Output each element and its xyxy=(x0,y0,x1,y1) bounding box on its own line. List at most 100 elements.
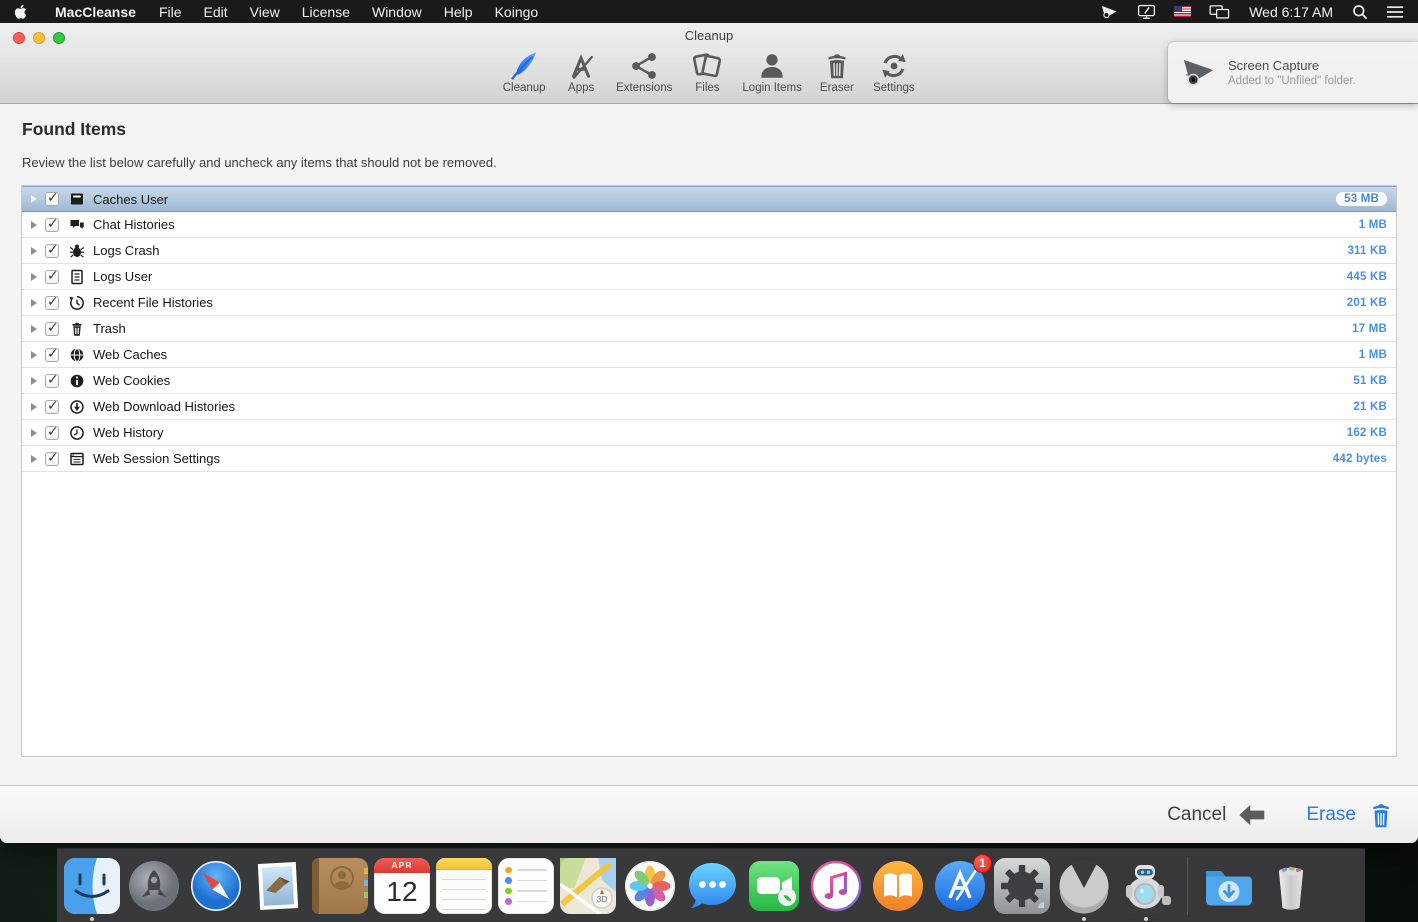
checkbox[interactable] xyxy=(45,348,59,362)
dock-launchpad[interactable] xyxy=(123,849,185,922)
screen-capture-icon[interactable] xyxy=(1091,0,1128,23)
clock-icon xyxy=(68,424,85,441)
share-nodes-icon xyxy=(629,47,659,81)
disclosure-triangle-icon[interactable] xyxy=(31,455,37,463)
list-item-size: 201 KB xyxy=(1347,297,1387,309)
list-item-web-history[interactable]: Web History 162 KB xyxy=(22,420,1396,446)
dock-facetime[interactable] xyxy=(743,849,805,922)
disclosure-triangle-icon[interactable] xyxy=(31,325,37,333)
menu-clock[interactable]: Wed 6:17 AM xyxy=(1239,4,1343,20)
toolbar-item-cleanup[interactable]: Cleanup xyxy=(502,47,546,94)
disclosure-triangle-icon[interactable] xyxy=(31,377,37,385)
toolbar-item-extensions[interactable]: Extensions xyxy=(616,47,672,94)
safari-icon xyxy=(188,858,244,914)
svg-text:3D: 3D xyxy=(597,894,608,904)
feather-icon xyxy=(508,47,540,81)
list-item-web-caches[interactable]: Web Caches 1 MB xyxy=(22,342,1396,368)
cancel-label: Cancel xyxy=(1167,804,1226,826)
checkbox[interactable] xyxy=(45,270,59,284)
list-item-trash[interactable]: Trash 17 MB xyxy=(22,316,1396,342)
dock-calendar[interactable]: APR 12 xyxy=(371,849,433,922)
itunes-icon xyxy=(808,858,864,914)
disclosure-triangle-icon[interactable] xyxy=(31,299,37,307)
dock-trash[interactable] xyxy=(1260,849,1322,922)
list-item-web-cookies[interactable]: Web Cookies 51 KB xyxy=(22,368,1396,394)
dock-safari[interactable] xyxy=(185,849,247,922)
dock-notes[interactable] xyxy=(433,849,495,922)
list-item-logs-user[interactable]: Logs User 445 KB xyxy=(22,264,1396,290)
toolbar-item-apps[interactable]: Apps xyxy=(559,47,603,94)
list-item-size: 51 KB xyxy=(1353,375,1387,387)
checkbox[interactable] xyxy=(45,244,59,258)
dock-divider xyxy=(1187,857,1188,915)
list-item-web-session-settings[interactable]: Web Session Settings 442 bytes xyxy=(22,446,1396,472)
dock-system-preferences[interactable] xyxy=(991,849,1053,922)
checkbox[interactable] xyxy=(45,322,59,336)
disclosure-triangle-icon[interactable] xyxy=(31,403,37,411)
disclosure-triangle-icon[interactable] xyxy=(31,221,37,229)
checkbox[interactable] xyxy=(45,374,59,388)
disclosure-triangle-icon[interactable] xyxy=(31,351,37,359)
photos-icon xyxy=(622,858,678,914)
toolbar-item-settings[interactable]: Settings xyxy=(872,47,916,94)
maccleanse-robot-icon xyxy=(1118,858,1174,914)
dock-ibooks[interactable] xyxy=(867,849,929,922)
dock-gray-utility[interactable] xyxy=(1053,849,1115,922)
menu-item-file[interactable]: File xyxy=(148,0,193,23)
disclosure-triangle-icon[interactable] xyxy=(31,273,37,281)
dock-photos[interactable] xyxy=(619,849,681,922)
menu-item-edit[interactable]: Edit xyxy=(193,0,239,23)
menu-item-window[interactable]: Window xyxy=(361,0,433,23)
dock-maps[interactable]: 3D xyxy=(557,849,619,922)
us-flag-icon[interactable] xyxy=(1165,0,1200,23)
list-item-recent-file-histories[interactable]: Recent File Histories 201 KB xyxy=(22,290,1396,316)
display-annotate-icon[interactable] xyxy=(1128,0,1165,23)
dock-downloads[interactable] xyxy=(1198,849,1260,922)
dock-maccleanse[interactable] xyxy=(1115,849,1177,922)
menu-item-license[interactable]: License xyxy=(291,0,361,23)
dock-reminders[interactable] xyxy=(495,849,557,922)
dock-mail[interactable] xyxy=(247,849,309,922)
menu-item-help[interactable]: Help xyxy=(433,0,484,23)
checkbox[interactable] xyxy=(45,426,59,440)
toolbar-item-files[interactable]: Files xyxy=(685,47,729,94)
checkbox[interactable] xyxy=(45,400,59,414)
dock-messages[interactable] xyxy=(681,849,743,922)
list-item-web-download-histories[interactable]: Web Download Histories 21 KB xyxy=(22,394,1396,420)
menu-item-maccleanse[interactable]: MacCleanse xyxy=(43,0,148,23)
dock-app-store[interactable]: 1 xyxy=(929,849,991,922)
list-item-chat-histories[interactable]: Chat Histories 1 MB xyxy=(22,212,1396,238)
apple-menu[interactable] xyxy=(0,0,43,23)
menu-item-koingo[interactable]: Koingo xyxy=(484,0,550,23)
erase-button[interactable]: Erase xyxy=(1266,801,1394,829)
toolbar-item-eraser[interactable]: Eraser xyxy=(815,47,859,94)
system-preferences-icon xyxy=(994,858,1050,914)
dock-contacts[interactable] xyxy=(309,849,371,922)
dock-finder[interactable] xyxy=(61,849,123,922)
checkbox[interactable] xyxy=(45,218,59,232)
toolbar-label: Extensions xyxy=(616,82,672,94)
cancel-button[interactable]: Cancel xyxy=(1167,803,1266,827)
disclosure-triangle-icon[interactable] xyxy=(31,429,37,437)
history-clock-icon xyxy=(68,294,85,311)
checkbox[interactable] xyxy=(45,192,59,206)
notification-banner[interactable]: Screen Capture Added to "Unfiled" folder… xyxy=(1168,42,1418,103)
toolbar-label: Files xyxy=(695,82,719,94)
window-settings-icon xyxy=(68,450,85,467)
toolbar-item-login-items[interactable]: Login Items xyxy=(742,47,801,94)
checkbox[interactable] xyxy=(45,452,59,466)
list-item-caches-user[interactable]: Caches User 53 MB xyxy=(22,186,1396,212)
notification-center-icon[interactable] xyxy=(1377,0,1418,23)
checkbox[interactable] xyxy=(45,296,59,310)
menu-item-view[interactable]: View xyxy=(239,0,291,23)
disclosure-triangle-icon[interactable] xyxy=(31,247,37,255)
maccleanse-window: Cleanup Cleanup Apps Extensions xyxy=(0,23,1418,843)
dock-itunes[interactable] xyxy=(805,849,867,922)
list-item-logs-crash[interactable]: Logs Crash 311 KB xyxy=(22,238,1396,264)
spotlight-icon[interactable] xyxy=(1343,0,1377,23)
screen-sharing-icon[interactable] xyxy=(1200,0,1239,23)
notification-title: Screen Capture xyxy=(1228,58,1356,73)
stacked-pages-icon xyxy=(691,47,723,81)
disclosure-triangle-icon[interactable] xyxy=(31,195,37,203)
document-lines-icon xyxy=(68,268,85,285)
